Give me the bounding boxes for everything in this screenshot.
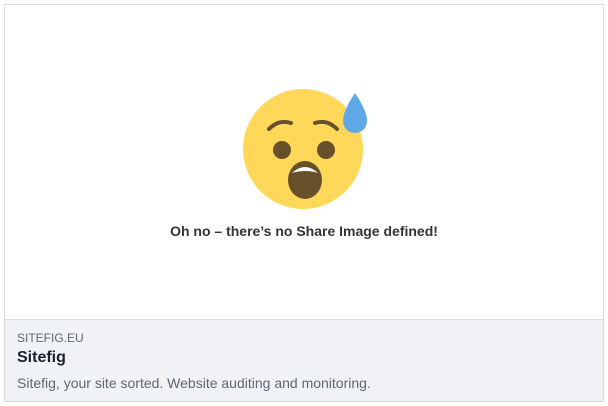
share-preview-card[interactable]: Oh no – there’s no Share Image defined! … xyxy=(4,4,604,402)
anxious-face-with-sweat-icon xyxy=(243,89,367,209)
link-title[interactable]: Sitefig xyxy=(17,347,591,369)
link-info-footer[interactable]: SITEFIG.EU Sitefig Sitefig, your site so… xyxy=(5,319,603,401)
link-domain: SITEFIG.EU xyxy=(17,331,84,345)
share-image-placeholder: Oh no – there’s no Share Image defined! xyxy=(5,5,603,319)
link-description: Sitefig, your site sorted. Website audit… xyxy=(17,375,371,391)
no-share-image-message: Oh no – there’s no Share Image defined! xyxy=(170,223,438,239)
